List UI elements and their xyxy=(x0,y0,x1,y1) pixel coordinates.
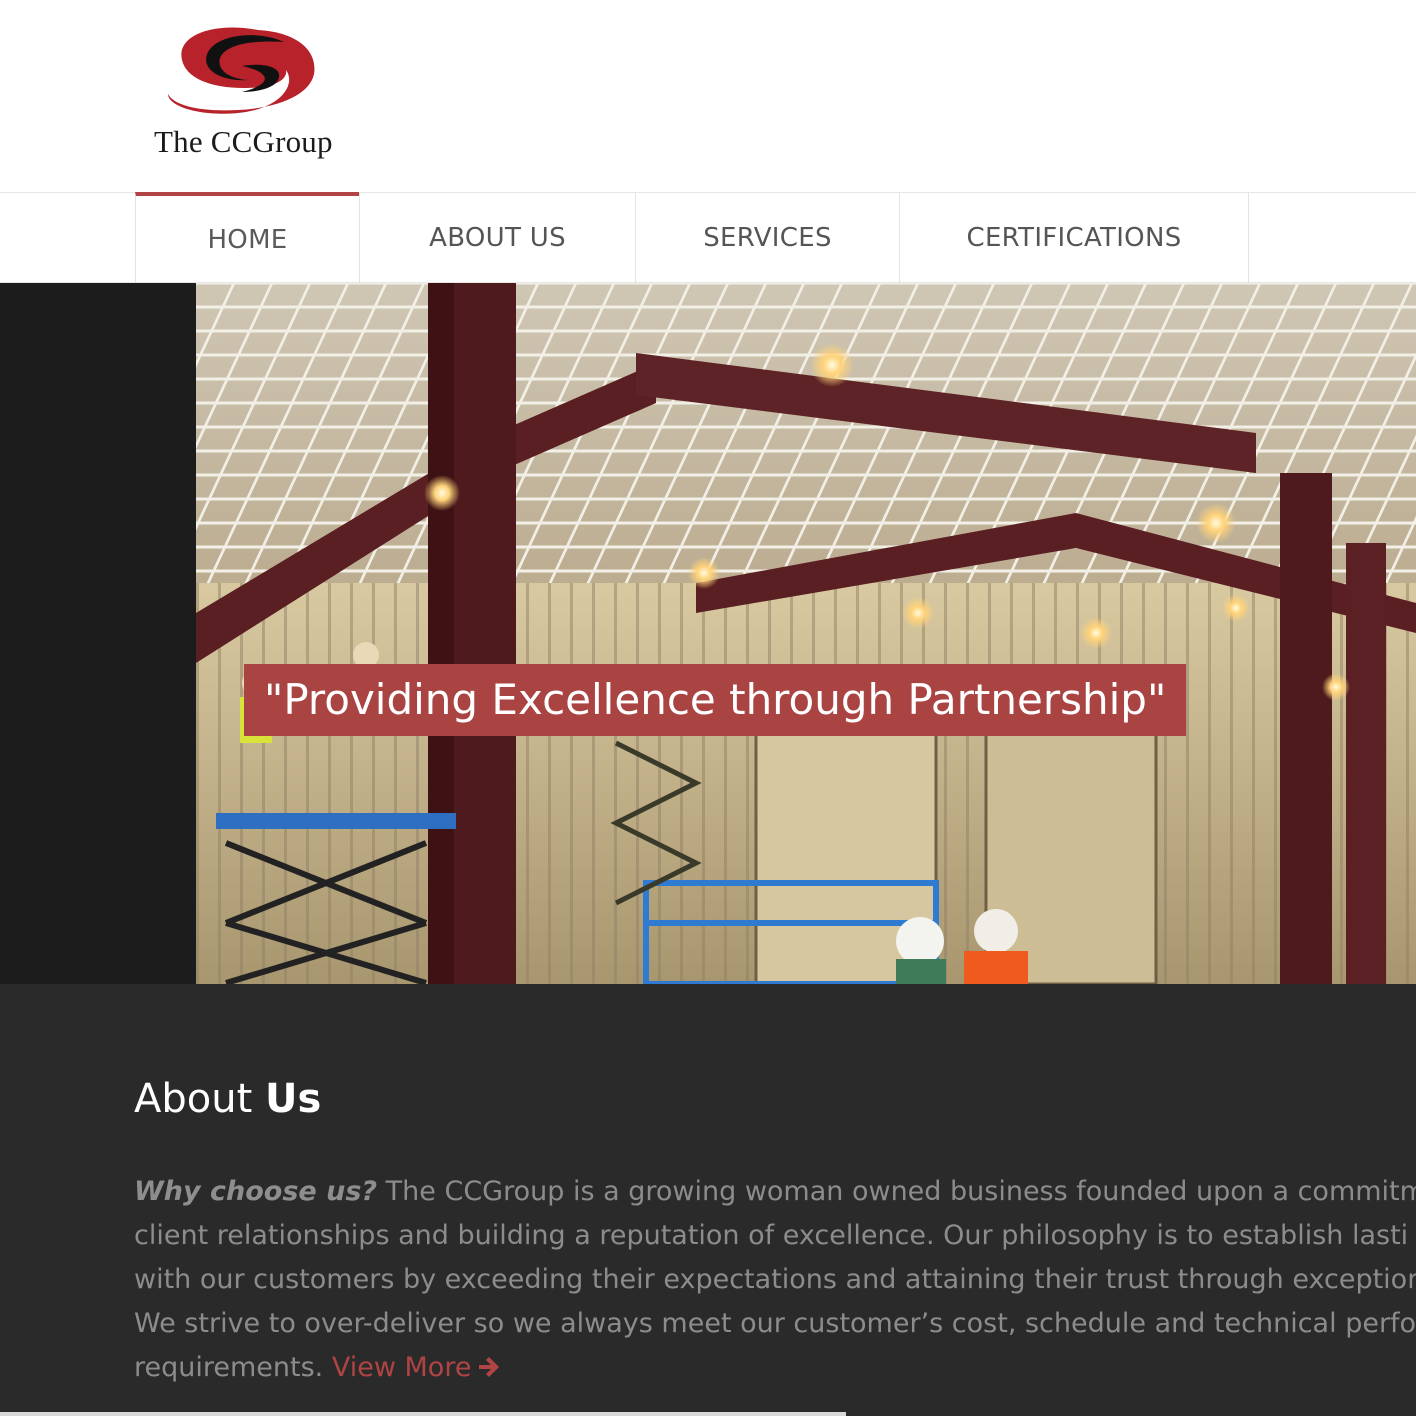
about-line-5: requirements. View More xyxy=(134,1346,1416,1390)
logo-wordmark: The CCGroup xyxy=(154,124,333,159)
view-more-link[interactable]: View More xyxy=(332,1352,502,1383)
about-heading-light: About xyxy=(134,1076,253,1122)
about-paragraph: Why choose us? The CCGroup is a growing … xyxy=(134,1170,1416,1390)
site-header: The CCGroup xyxy=(0,0,1416,192)
about-lead: Why choose us? xyxy=(134,1176,378,1207)
horizontal-scrollbar[interactable] xyxy=(0,1412,846,1416)
site-logo[interactable]: The CCGroup xyxy=(146,22,356,172)
warehouse-construction-photo xyxy=(196,283,1416,984)
main-nav: HOME ABOUT US SERVICES CERTIFICATIONS xyxy=(0,192,1416,283)
nav-home[interactable]: HOME xyxy=(135,192,359,283)
arrow-right-icon xyxy=(479,1357,500,1377)
about-section: About Us Why choose us? The CCGroup is a… xyxy=(0,984,1416,1416)
about-heading-bold: Us xyxy=(264,1076,322,1122)
hero-banner: "Providing Excellence through Partnershi… xyxy=(0,283,1416,984)
about-line-1: Why choose us? The CCGroup is a growing … xyxy=(134,1170,1416,1214)
about-line-5-text: requirements. xyxy=(134,1352,324,1383)
nav-services[interactable]: SERVICES xyxy=(635,192,899,283)
about-line-1-text: The CCGroup is a growing woman owned bus… xyxy=(385,1176,1416,1207)
view-more-label: View More xyxy=(331,1352,472,1383)
hero-tagline: "Providing Excellence through Partnershi… xyxy=(244,664,1187,736)
about-line-2: client relationships and building a repu… xyxy=(134,1220,1409,1251)
about-line-3: with our customers by exceeding their ex… xyxy=(134,1264,1416,1295)
about-heading: About Us xyxy=(134,1076,321,1122)
nav-about-us[interactable]: ABOUT US xyxy=(359,192,635,283)
nav-certifications[interactable]: CERTIFICATIONS xyxy=(899,192,1249,283)
ccgroup-swoosh-logo xyxy=(168,27,315,114)
about-line-4: We strive to over-deliver so we always m… xyxy=(134,1308,1416,1339)
